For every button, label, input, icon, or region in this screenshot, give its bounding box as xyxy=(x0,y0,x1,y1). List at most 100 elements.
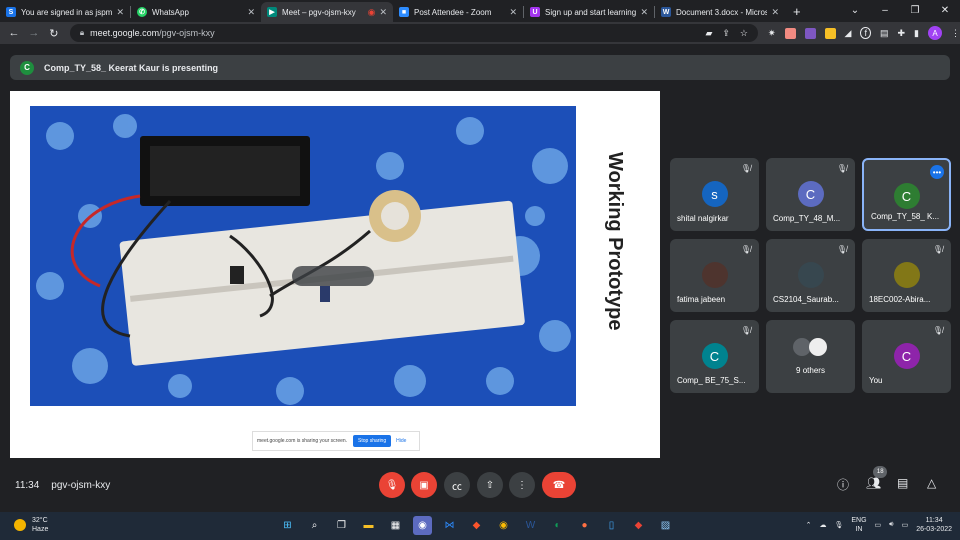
tab-title: WhatsApp xyxy=(152,7,189,17)
stop-sharing-button[interactable]: Stop sharing xyxy=(353,435,392,447)
close-icon[interactable]: ✕ xyxy=(379,7,387,18)
system-tray: ⌃ ☁ 🎙︎ ENG IN ▭ 🔊︎ ▭ 11:34 26-03-2022 xyxy=(806,516,952,534)
meeting-code: pgv-ojsm-kxy xyxy=(51,479,111,491)
tab-title: Post Attendee - Zoom xyxy=(414,7,492,17)
presenting-banner: C Comp_TY_58_ Keerat Kaur is presenting xyxy=(10,55,950,80)
breadboard-photo xyxy=(30,106,576,406)
extension-yellow-icon[interactable] xyxy=(824,27,836,39)
weather-condition: Haze xyxy=(32,526,49,533)
chrome-app-icon[interactable]: ◉ xyxy=(413,516,432,535)
profile-avatar[interactable]: A xyxy=(927,26,942,40)
extension-metamask-icon[interactable] xyxy=(784,27,796,39)
prototype-image xyxy=(30,106,576,406)
task-view-icon[interactable]: ❐ xyxy=(332,516,351,535)
present-button[interactable]: ⇧ xyxy=(477,472,503,498)
new-tab-button[interactable]: + xyxy=(785,4,809,22)
tab-zoom[interactable]: ■ Post Attendee - Zoom ✕ xyxy=(393,2,523,22)
more-options-icon[interactable]: ••• xyxy=(930,165,944,179)
extension-gear-icon[interactable]: ✷ xyxy=(768,28,776,39)
chrome-icon[interactable]: ◉ xyxy=(494,516,513,535)
back-icon[interactable]: ← xyxy=(4,27,24,39)
volume-icon[interactable]: 🔊︎ xyxy=(889,521,893,529)
camera-in-use-icon[interactable]: ▰ xyxy=(705,28,712,39)
microphone-icon[interactable]: 🎙︎ xyxy=(834,521,843,529)
people-button[interactable]: 👥︎ 18 xyxy=(866,466,888,490)
participant-tile-presenter[interactable]: ••• C Comp_TY_58_ K... xyxy=(862,158,951,231)
language-indicator[interactable]: ENG IN xyxy=(851,516,866,534)
browser-tab-strip: S You are signed in as jspm ✕ ✆ WhatsApp… xyxy=(0,0,960,22)
cloud-icon[interactable]: ☁ xyxy=(819,521,826,529)
windows-taskbar: 32°C Haze ⊞ ⌕ ❐ ▬ ▦ ◉ ⋈ ◆ ◉ W ◐ ● ▯ ◆ ▨ … xyxy=(0,512,960,540)
app-orange-icon[interactable]: ● xyxy=(575,516,594,535)
extension-arrow-icon[interactable]: ◢ xyxy=(845,28,852,39)
more-vert-icon[interactable]: ⋮ xyxy=(951,28,960,39)
battery-icon[interactable]: ▭ xyxy=(902,521,909,529)
brave-icon[interactable]: ◆ xyxy=(467,516,486,535)
captions-button[interactable]: ㏄ xyxy=(444,472,470,498)
participant-name: shital nalgirkar xyxy=(677,214,729,223)
mic-off-icon: 🎙︎̸ xyxy=(740,164,751,173)
start-icon[interactable]: ⊞ xyxy=(278,516,297,535)
avatar: s xyxy=(701,181,728,207)
sidebar-icon[interactable]: ▮ xyxy=(914,28,919,39)
weather-widget[interactable]: 32°C Haze xyxy=(14,516,48,534)
tab-word[interactable]: W Document 3.docx - Microsof ✕ xyxy=(655,2,785,22)
participant-tile[interactable]: 🎙︎̸ 18EC002-Abira... xyxy=(862,239,951,312)
info-icon: ⓘ xyxy=(837,478,850,492)
camera-toggle-button[interactable]: ▣ xyxy=(411,472,437,498)
hide-button[interactable]: Hide xyxy=(396,438,406,444)
tab-search-icon[interactable]: ⌄ xyxy=(840,5,870,16)
bookmark-star-icon[interactable]: ☆ xyxy=(740,28,748,39)
tab-whatsapp[interactable]: ✆ WhatsApp ✕ xyxy=(131,2,261,22)
photos-icon[interactable]: ▨ xyxy=(656,516,675,535)
close-icon[interactable]: ✕ xyxy=(640,7,648,18)
chevron-up-icon[interactable]: ⌃ xyxy=(806,521,812,529)
participant-tile[interactable]: 🎙︎̸ s shital nalgirkar xyxy=(670,158,759,231)
chat-button[interactable]: ▤ xyxy=(897,476,908,490)
close-icon[interactable]: ✕ xyxy=(116,7,124,18)
more-options-button[interactable]: ⋮ xyxy=(509,472,535,498)
taskbar-clock[interactable]: 11:34 26-03-2022 xyxy=(916,516,952,534)
restore-button[interactable]: ❐ xyxy=(900,5,930,16)
self-tile[interactable]: 🎙︎̸ C You xyxy=(862,320,951,393)
address-bar[interactable]: 🔒︎ meet.google.com/pgv-ojsm-kxy ▰ ⇪ ☆ xyxy=(69,24,758,42)
close-window-button[interactable]: ✕ xyxy=(930,5,960,16)
search-icon[interactable]: ⌕ xyxy=(305,516,324,535)
phone-link-icon[interactable]: ▯ xyxy=(602,516,621,535)
extension-f-icon[interactable]: f xyxy=(860,27,871,39)
tab-jspm[interactable]: S You are signed in as jspm ✕ xyxy=(0,2,130,22)
close-icon[interactable]: ✕ xyxy=(509,7,517,18)
meeting-details-button[interactable]: ⓘ xyxy=(837,476,849,493)
mic-toggle-button[interactable]: 🎙︎ xyxy=(379,472,405,498)
close-icon[interactable]: ✕ xyxy=(247,7,255,18)
leave-call-button[interactable]: ☎ xyxy=(542,472,576,498)
store-icon[interactable]: ▦ xyxy=(386,516,405,535)
word-taskbar-icon[interactable]: W xyxy=(521,516,540,535)
reload-icon[interactable]: ↻ xyxy=(44,27,64,40)
share-icon[interactable]: ⇪ xyxy=(722,28,730,39)
participant-tile[interactable]: 🎙︎̸ CS2104_Saurab... xyxy=(766,239,855,312)
tab-meet[interactable]: ▶ Meet – pgv-ojsm-kxy ◉ ✕ xyxy=(261,2,393,22)
forward-icon[interactable]: → xyxy=(24,27,44,39)
edge-icon[interactable]: ◐ xyxy=(548,516,567,535)
puzzle-icon[interactable]: ✚ xyxy=(897,28,905,39)
tab-udemy[interactable]: U Sign up and start learning | ✕ xyxy=(524,2,654,22)
url-host: meet.google.com xyxy=(90,28,160,38)
close-icon[interactable]: ✕ xyxy=(771,7,779,18)
participant-tile[interactable]: 🎙︎̸ C Comp_ BE_75_S... xyxy=(670,320,759,393)
meet-icon: ▶ xyxy=(267,7,277,17)
others-tile[interactable]: 9 others xyxy=(766,320,855,393)
app-red-icon[interactable]: ◆ xyxy=(629,516,648,535)
more-vert-icon: ⋮ xyxy=(517,479,527,491)
minimize-button[interactable]: – xyxy=(870,5,900,16)
lock-icon[interactable]: 🔒︎ xyxy=(80,28,84,38)
extension-doc-icon[interactable]: ▤ xyxy=(880,28,889,39)
vscode-icon[interactable]: ⋈ xyxy=(440,516,459,535)
participant-tile[interactable]: 🎙︎̸ fatima jabeen xyxy=(670,239,759,312)
file-explorer-icon[interactable]: ▬ xyxy=(359,516,378,535)
participant-tile[interactable]: 🎙︎̸ C Comp_TY_48_M... xyxy=(766,158,855,231)
avatar: C xyxy=(893,343,920,369)
extension-purple-icon[interactable] xyxy=(804,27,816,39)
activities-button[interactable]: △ xyxy=(927,476,936,490)
network-icon[interactable]: ▭ xyxy=(875,521,882,529)
